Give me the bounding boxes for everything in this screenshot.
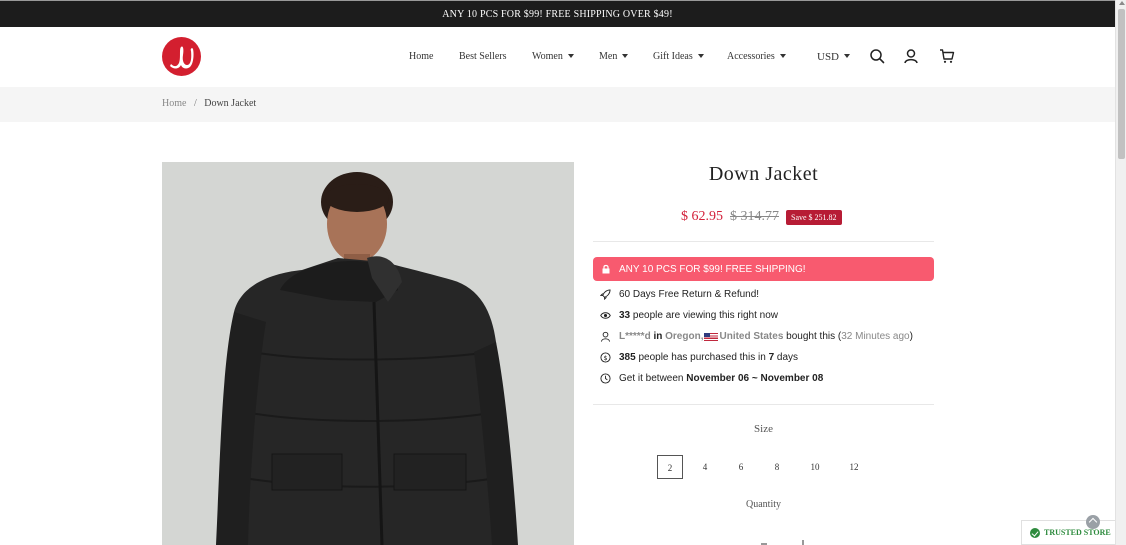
breadcrumb-bar: Home / Down Jacket	[0, 87, 1115, 122]
us-flag-icon	[704, 332, 719, 341]
breadcrumb-separator: /	[193, 98, 197, 109]
price-block: $ 62.95 $ 314.77 Save $ 251.82	[681, 209, 842, 225]
viewing-info: 33 people are viewing this right now	[600, 310, 778, 321]
nav-men[interactable]: Men	[599, 51, 629, 62]
currency-selector[interactable]: USD	[817, 51, 851, 63]
returns-info: 60 Days Free Return & Refund!	[600, 289, 759, 300]
size-option[interactable]: 8	[767, 455, 787, 479]
caret-down-icon	[779, 53, 786, 58]
svg-text:$: $	[603, 354, 607, 362]
announcement-bar: ANY 10 PCS FOR $99! FREE SHIPPING OVER $…	[0, 0, 1115, 27]
size-option[interactable]: 6	[731, 455, 751, 479]
promo-text: ANY 10 PCS FOR $99! FREE SHIPPING!	[619, 263, 806, 275]
promo-banner: ANY 10 PCS FOR $99! FREE SHIPPING!	[593, 257, 934, 281]
caret-down-icon	[697, 53, 704, 58]
chevron-up-icon[interactable]	[1086, 515, 1100, 529]
divider	[593, 404, 934, 405]
sale-price: $ 62.95	[681, 209, 723, 224]
size-option[interactable]: 12	[844, 455, 864, 479]
nav-home[interactable]: Home	[409, 51, 433, 62]
person-icon	[600, 331, 611, 342]
nav-accessories[interactable]: Accessories	[727, 51, 786, 62]
save-badge: Save $ 251.82	[786, 209, 842, 225]
size-option[interactable]: 2	[657, 455, 683, 479]
caret-down-icon	[622, 53, 629, 58]
breadcrumb-home-link[interactable]: Home	[162, 98, 186, 109]
scrollbar-thumb[interactable]	[1118, 9, 1125, 159]
site-header: Home Best Sellers Women Men Gift Ideas A…	[0, 27, 1115, 87]
check-circle-icon	[1030, 527, 1040, 538]
dollar-circle-icon: $	[600, 352, 611, 363]
caret-down-icon	[567, 53, 574, 58]
lock-icon	[602, 264, 610, 274]
page-scrollbar[interactable]	[1115, 0, 1126, 545]
trusted-store-badge[interactable]: TRUSTED STORE	[1021, 520, 1115, 545]
eye-icon	[600, 312, 611, 319]
product-title: Down Jacket	[708, 163, 819, 185]
account-icon[interactable]	[903, 48, 919, 64]
breadcrumb: Home / Down Jacket	[162, 98, 256, 109]
divider	[593, 241, 934, 242]
delivery-info: Get it between November 06 ~ November 08	[600, 373, 823, 384]
nav-best-sellers[interactable]: Best Sellers	[459, 51, 507, 62]
clock-icon	[600, 373, 611, 384]
size-label: Size	[754, 423, 773, 435]
search-icon[interactable]	[869, 48, 885, 64]
breadcrumb-current: Down Jacket	[204, 98, 257, 109]
quantity-label: Quantity	[746, 499, 781, 510]
size-option[interactable]: 10	[805, 455, 825, 479]
quantity-stepper[interactable]	[753, 539, 813, 545]
purchased-info: $ 385 people has purchased this in 7 day…	[600, 352, 798, 363]
recent-purchase-info: L*****d in Oregon, United States bought t…	[600, 331, 913, 342]
product-image[interactable]	[162, 162, 574, 545]
rocket-icon	[600, 289, 611, 300]
announcement-text: ANY 10 PCS FOR $99! FREE SHIPPING OVER $…	[442, 8, 673, 20]
size-option[interactable]: 4	[695, 455, 715, 479]
nav-women[interactable]: Women	[532, 51, 574, 62]
lululemon-logo-icon[interactable]	[162, 37, 201, 76]
cart-icon[interactable]	[939, 48, 955, 64]
nav-gift-ideas[interactable]: Gift Ideas	[653, 51, 704, 62]
scroll-up-arrow-icon[interactable]	[1119, 1, 1125, 5]
compare-price: $ 314.77	[730, 209, 779, 224]
caret-down-icon	[844, 54, 851, 58]
